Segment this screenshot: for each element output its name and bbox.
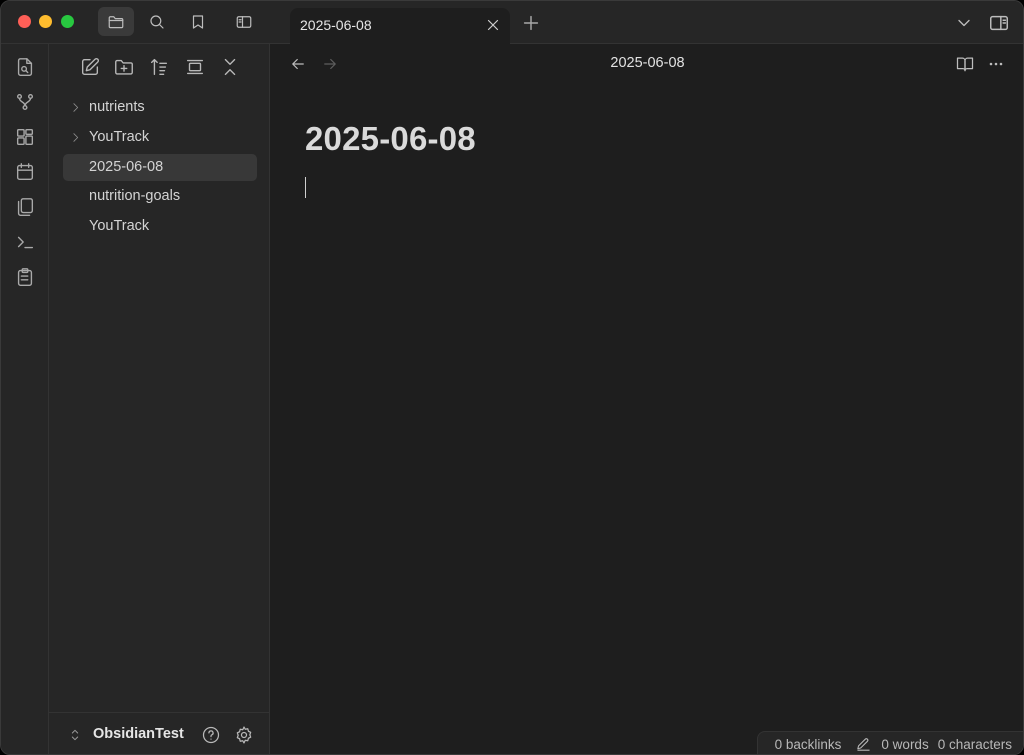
character-count: 0 characters xyxy=(937,736,1012,752)
tree-file-2025-06-08[interactable]: 2025-06-08 xyxy=(63,154,257,181)
files-tab-button[interactable] xyxy=(98,7,134,36)
vault-footer: ObsidianTest xyxy=(49,712,269,754)
new-note-icon xyxy=(81,58,99,76)
search-icon xyxy=(150,14,164,29)
daily-note-icon xyxy=(16,163,34,181)
sort-icon xyxy=(150,58,168,76)
book-open-icon xyxy=(956,57,974,72)
vault-name[interactable]: ObsidianTest xyxy=(93,726,184,742)
toggle-right-sidebar-button[interactable] xyxy=(988,12,1010,34)
bookmark-icon xyxy=(192,14,204,29)
ribbon-daily-note[interactable] xyxy=(14,161,36,183)
clipboard-icon xyxy=(17,268,33,286)
app-window: 2025-06-08 nutrients YouTrack 2025-06-08… xyxy=(0,0,1024,755)
help-icon xyxy=(202,726,220,744)
graph-view-icon xyxy=(16,93,34,111)
settings-button[interactable] xyxy=(234,725,254,745)
auto-reveal-button[interactable] xyxy=(184,56,206,78)
plus-icon xyxy=(523,15,539,31)
search-tab-button[interactable] xyxy=(139,7,175,36)
tree-file-nutrition-goals[interactable]: nutrition-goals xyxy=(63,183,257,210)
text-cursor xyxy=(305,177,306,198)
chevrons-up-down-icon xyxy=(71,729,79,741)
open-quick-switcher-icon xyxy=(17,58,33,76)
status-bar: 0 backlinks 0 words 0 characters xyxy=(756,731,1023,754)
folder-icon xyxy=(108,15,124,28)
note-title[interactable]: 2025-06-08 xyxy=(305,120,476,158)
new-tab-button[interactable] xyxy=(520,12,542,34)
tree-item-label: nutrition-goals xyxy=(89,188,181,204)
sidebar-right-icon xyxy=(990,15,1008,31)
ribbon-templates[interactable] xyxy=(14,196,36,218)
tree-item-label: 2025-06-08 xyxy=(89,159,164,175)
ribbon-graph-view[interactable] xyxy=(14,91,36,113)
sidebar-left-icon xyxy=(236,15,252,28)
chevron-right-icon xyxy=(69,101,82,114)
templates-icon xyxy=(17,198,34,216)
new-folder-icon xyxy=(115,59,133,75)
backlinks-count[interactable]: 0 backlinks xyxy=(775,737,842,752)
tree-folder-youtrack[interactable]: YouTrack xyxy=(63,124,257,151)
title-bar: 2025-06-08 xyxy=(1,1,1023,44)
view-header-title[interactable]: 2025-06-08 xyxy=(270,55,1023,71)
gear-icon xyxy=(236,726,252,744)
collapse-all-button[interactable] xyxy=(219,56,241,78)
zoom-window-button[interactable] xyxy=(61,15,74,28)
vault-switcher-button[interactable] xyxy=(67,727,83,743)
ribbon xyxy=(1,44,49,754)
editing-mode-button[interactable] xyxy=(855,736,872,753)
word-count: 0 words xyxy=(881,736,929,752)
tree-folder-nutrients[interactable]: nutrients xyxy=(63,94,257,121)
toggle-left-sidebar-button[interactable] xyxy=(226,7,262,36)
ribbon-canvas[interactable] xyxy=(14,126,36,148)
minimize-window-button[interactable] xyxy=(39,15,52,28)
tree-item-label: nutrients xyxy=(89,99,145,115)
close-window-button[interactable] xyxy=(18,15,31,28)
ribbon-command-palette[interactable] xyxy=(14,231,36,253)
sort-button[interactable] xyxy=(148,56,170,78)
reading-view-button[interactable] xyxy=(955,54,975,74)
new-note-button[interactable] xyxy=(79,56,101,78)
command-palette-icon xyxy=(17,236,34,249)
tab-close-button[interactable] xyxy=(484,16,502,34)
more-options-button[interactable] xyxy=(986,54,1006,74)
ribbon-clipboard[interactable] xyxy=(14,266,36,288)
new-folder-button[interactable] xyxy=(113,56,135,78)
tree-file-youtrack[interactable]: YouTrack xyxy=(63,213,257,240)
tab-active-note[interactable]: 2025-06-08 xyxy=(290,8,510,44)
tree-item-label: YouTrack xyxy=(89,218,150,234)
help-button[interactable] xyxy=(201,725,221,745)
close-icon xyxy=(487,19,499,31)
bookmarks-tab-button[interactable] xyxy=(180,7,216,36)
collapse-all-icon xyxy=(224,58,236,76)
file-explorer: nutrients YouTrack 2025-06-08 nutrition-… xyxy=(49,44,270,754)
more-horizontal-icon xyxy=(989,62,1003,66)
tree-item-label: YouTrack xyxy=(89,129,150,145)
pencil-icon xyxy=(857,737,871,751)
canvas-icon xyxy=(16,128,34,146)
tab-title: 2025-06-08 xyxy=(300,17,372,33)
chevron-right-icon xyxy=(69,131,82,144)
reveal-file-icon xyxy=(186,59,204,75)
editor-pane: 2025-06-08 2025-06-08 0 backlinks 0 word… xyxy=(270,44,1023,754)
tab-list-button[interactable] xyxy=(954,13,974,33)
ribbon-quick-switcher[interactable] xyxy=(14,56,36,78)
chevron-down-icon xyxy=(958,19,970,27)
